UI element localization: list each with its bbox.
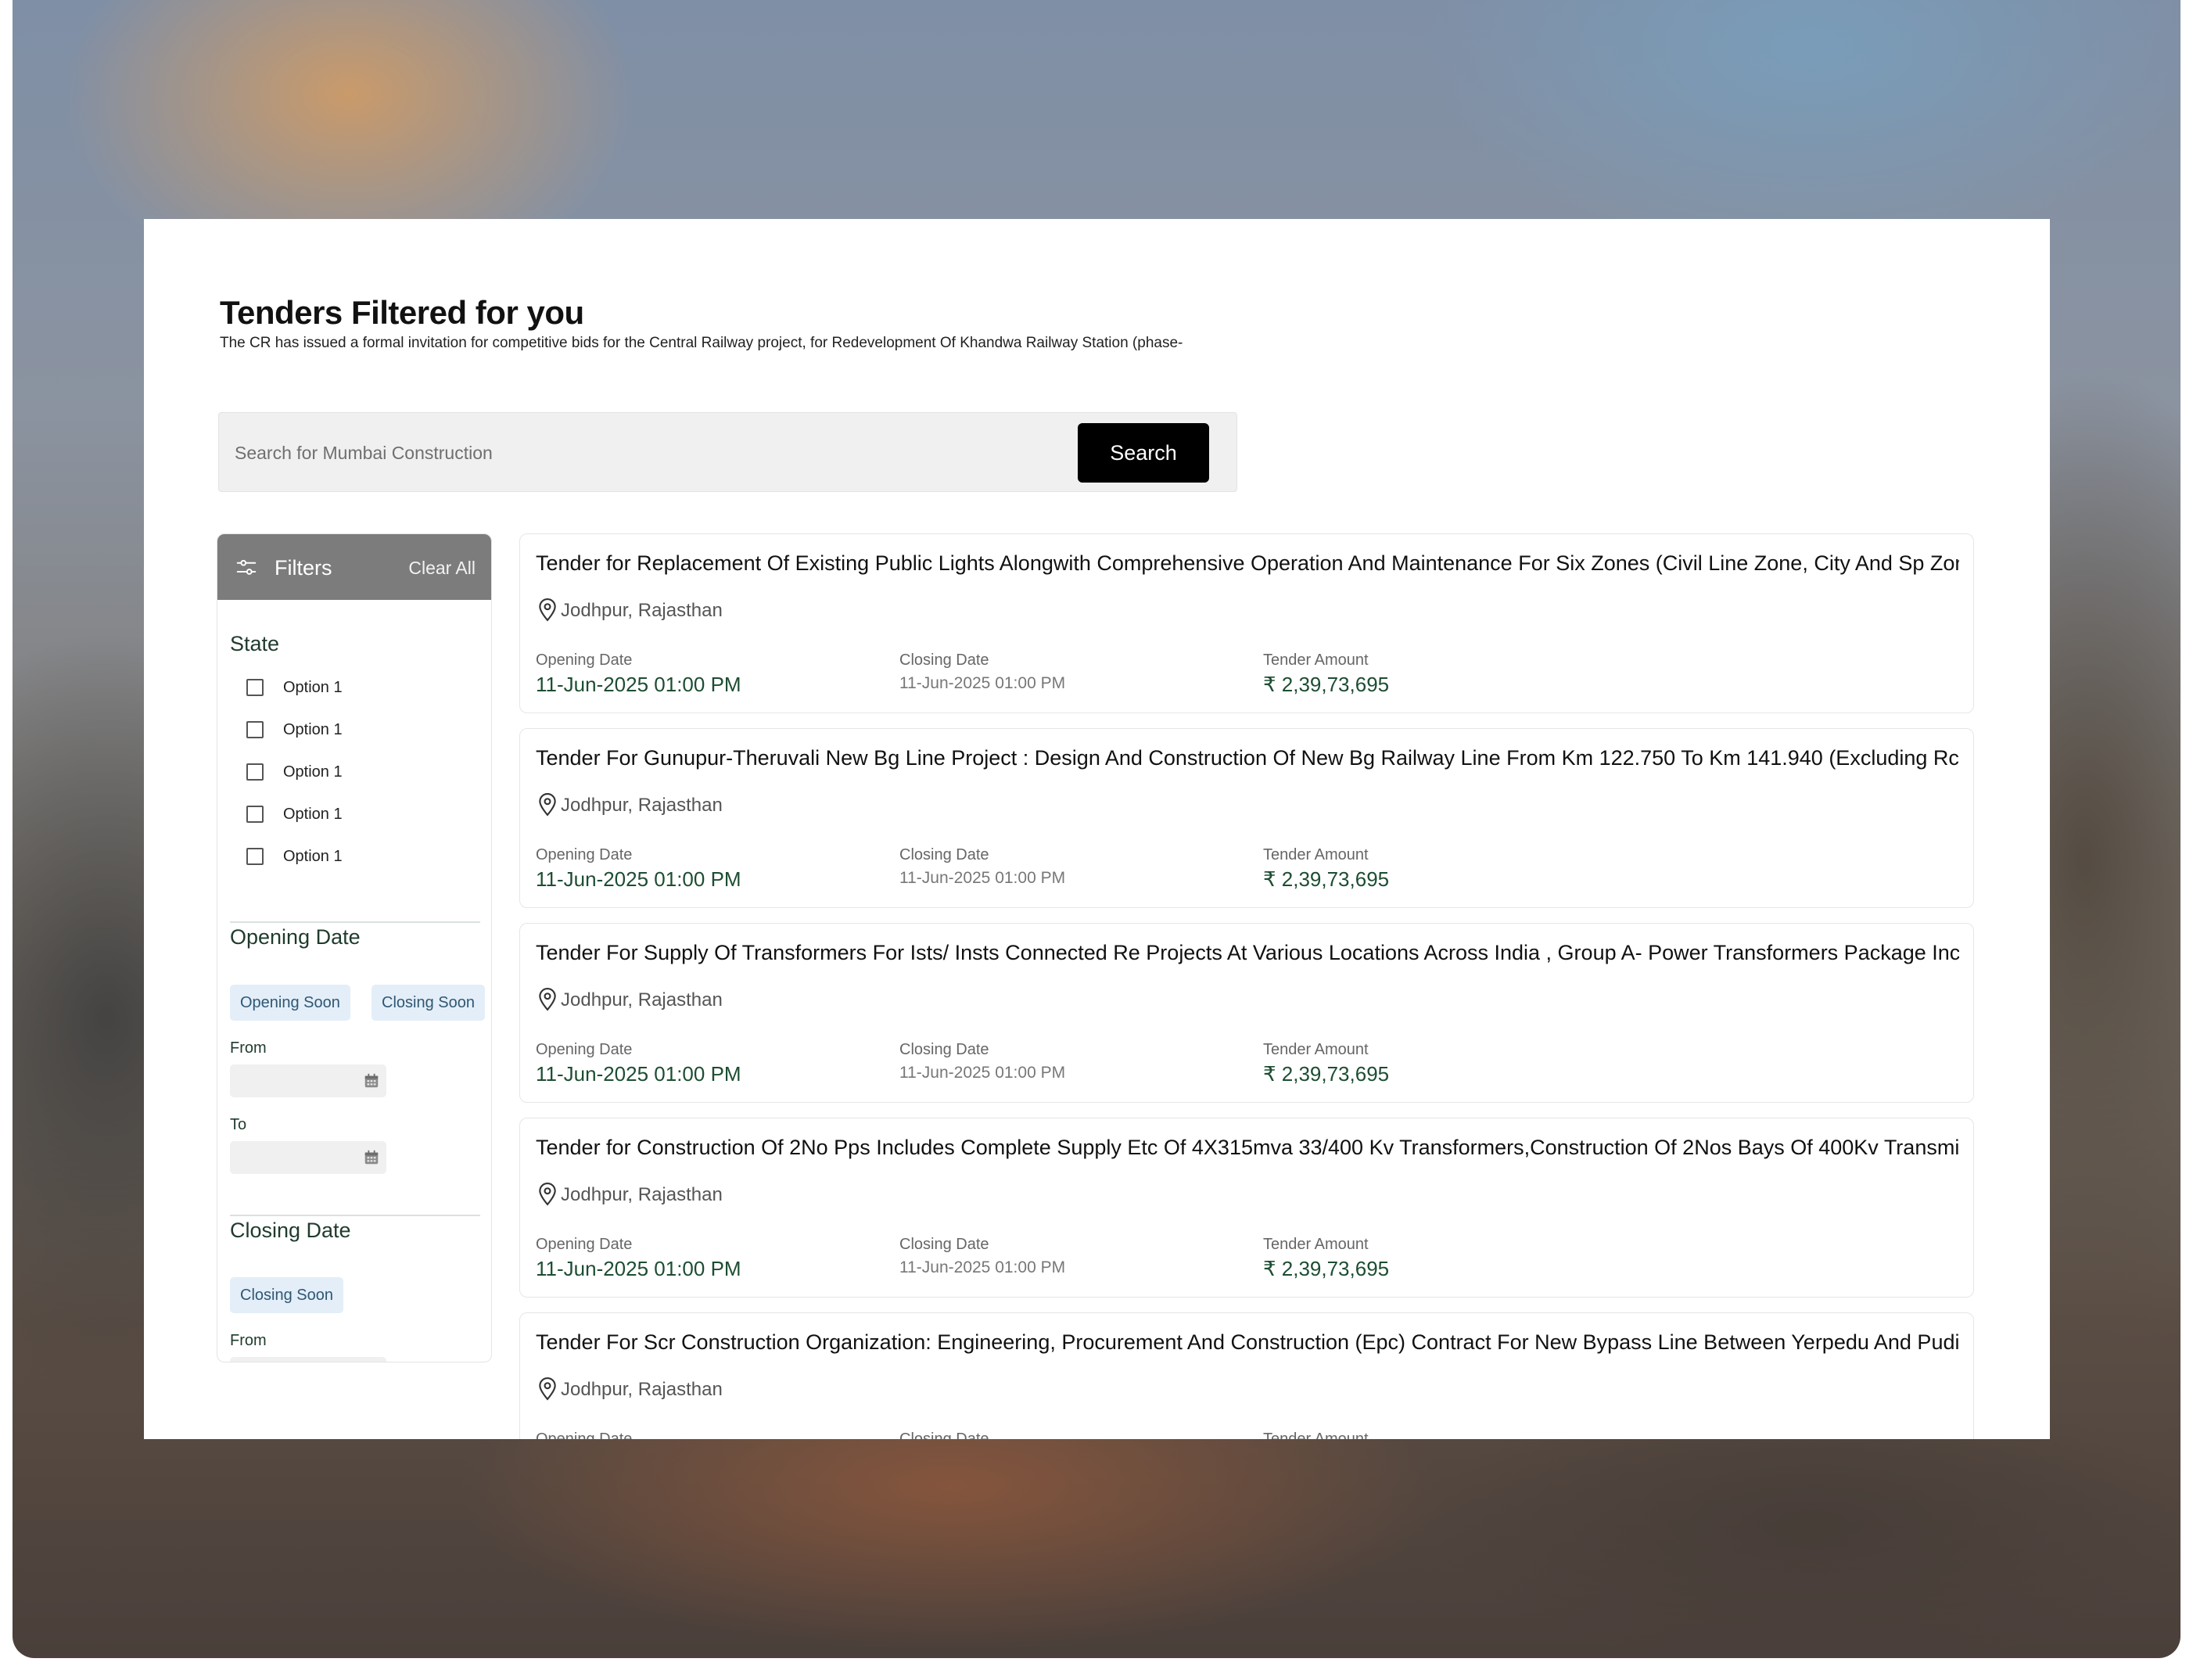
closing-date-value: 11-Jun-2025 01:00 PM (899, 674, 1066, 692)
checkbox-icon[interactable] (246, 763, 264, 781)
tender-amount-block: Tender Amount (1263, 1431, 1369, 1439)
section-divider (230, 921, 480, 923)
closing-date-label: Closing Date (899, 846, 989, 863)
tender-title[interactable]: Tender For Supply Of Transformers For Is… (536, 941, 1959, 965)
tender-amount-value: ₹ 2,39,73,695 (1263, 1062, 1390, 1086)
state-option-label: Option 1 (283, 679, 343, 696)
tender-card[interactable]: Tender For Supply Of Transformers For Is… (519, 923, 1974, 1103)
tender-amount-block: Tender Amount ₹ 2,39,73,695 (1263, 846, 1389, 892)
state-option-label: Option 1 (283, 721, 343, 738)
opening-date-label: Opening Date (536, 846, 633, 863)
closing-date-block: Closing Date 11-Jun-2025 01:00 PM (899, 652, 1065, 693)
tender-title[interactable]: Tender For Gunupur-Theruvali New Bg Line… (536, 746, 1959, 770)
closing-date-section-title: Closing Date (230, 1219, 351, 1242)
map-pin-icon (539, 793, 556, 817)
checkbox-icon[interactable] (246, 721, 264, 738)
tender-amount-value: ₹ 2,39,73,695 (1263, 867, 1390, 891)
opening-to-date-input[interactable] (230, 1141, 386, 1174)
tender-amount-value: ₹ 2,39,73,695 (1263, 673, 1390, 696)
tender-card[interactable]: Tender for Construction Of 2No Pps Inclu… (519, 1118, 1974, 1298)
opening-date-block: Opening Date 11-Jun-2025 01:00 PM (536, 1236, 741, 1281)
tender-amount-label: Tender Amount (1263, 846, 1369, 863)
tender-location: Jodhpur, Rajasthan (561, 1184, 723, 1205)
section-divider (230, 1215, 480, 1216)
closing-date-block: Closing Date 11-Jun-2025 01:00 PM (899, 1236, 1065, 1277)
state-option-label: Option 1 (283, 763, 343, 781)
closing-date-block: Closing Date 11-Jun-2025 01:00 PM (899, 846, 1065, 888)
opening-date-block: Opening Date (536, 1431, 632, 1439)
tender-location: Jodhpur, Rajasthan (561, 795, 723, 816)
closing-date-label: Closing Date (899, 1236, 989, 1253)
tender-card[interactable]: Tender for Replacement Of Existing Publi… (519, 533, 1974, 713)
opening-date-label: Opening Date (536, 1236, 633, 1253)
opening-soon-chip[interactable]: Opening Soon (230, 985, 350, 1021)
tender-amount-label: Tender Amount (1263, 1431, 1369, 1439)
closing-from-date-input[interactable] (230, 1357, 386, 1362)
tender-card[interactable]: Tender For Gunupur-Theruvali New Bg Line… (519, 728, 1974, 908)
map-pin-icon (539, 598, 556, 622)
tender-amount-block: Tender Amount ₹ 2,39,73,695 (1263, 652, 1389, 697)
opening-date-value: 11-Jun-2025 01:00 PM (536, 1257, 741, 1280)
tender-amount-label: Tender Amount (1263, 652, 1369, 669)
tender-amount-value: ₹ 2,39,73,695 (1263, 1257, 1390, 1280)
map-pin-icon (539, 1377, 556, 1401)
from-label: From (230, 1039, 267, 1057)
closing-date-value: 11-Jun-2025 01:00 PM (899, 1258, 1066, 1276)
filters-sidebar: Filters Clear All State Option 1 Option … (217, 533, 492, 1362)
tender-card[interactable]: Tender For Scr Construction Organization… (519, 1312, 1974, 1439)
to-label: To (230, 1116, 247, 1133)
opening-date-block: Opening Date 11-Jun-2025 01:00 PM (536, 652, 741, 697)
tender-amount-block: Tender Amount ₹ 2,39,73,695 (1263, 1236, 1389, 1281)
search-bar: Search (218, 412, 1237, 493)
search-input[interactable] (233, 413, 1050, 493)
tender-location: Jodhpur, Rajasthan (561, 1379, 723, 1400)
filters-title: Filters (275, 556, 332, 580)
closing-date-label: Closing Date (899, 1431, 989, 1439)
page-title: Tenders Filtered for you (220, 294, 584, 331)
checkbox-icon[interactable] (246, 848, 264, 865)
calendar-icon[interactable] (363, 1149, 380, 1166)
map-pin-icon (539, 1183, 556, 1206)
closing-date-block: Closing Date 11-Jun-2025 01:00 PM (899, 1041, 1065, 1082)
checkbox-icon[interactable] (246, 679, 264, 696)
closing-date-value: 11-Jun-2025 01:00 PM (899, 869, 1066, 887)
closing-soon-chip[interactable]: Closing Soon (371, 985, 485, 1021)
filters-header: Filters Clear All (217, 534, 491, 600)
from-label: From (230, 1332, 267, 1349)
clear-all-button[interactable]: Clear All (408, 558, 476, 579)
tender-amount-label: Tender Amount (1263, 1236, 1369, 1253)
tenders-panel: Tenders Filtered for you The CR has issu… (144, 219, 2050, 1439)
closing-date-label: Closing Date (899, 652, 989, 669)
opening-date-label: Opening Date (536, 1041, 633, 1058)
tender-title[interactable]: Tender for Replacement Of Existing Publi… (536, 551, 1959, 576)
checkbox-icon[interactable] (246, 806, 264, 823)
tender-location: Jodhpur, Rajasthan (561, 600, 723, 621)
search-button[interactable]: Search (1078, 423, 1209, 483)
opening-date-block: Opening Date 11-Jun-2025 01:00 PM (536, 846, 741, 892)
tender-amount-block: Tender Amount ₹ 2,39,73,695 (1263, 1041, 1389, 1086)
state-section-title: State (230, 632, 280, 655)
opening-date-section-title: Opening Date (230, 925, 361, 949)
map-pin-icon (539, 988, 556, 1011)
tender-location: Jodhpur, Rajasthan (561, 989, 723, 1011)
state-option-label: Option 1 (283, 848, 343, 865)
closing-date-value: 11-Jun-2025 01:00 PM (899, 1064, 1066, 1082)
opening-date-value: 11-Jun-2025 01:00 PM (536, 867, 741, 891)
state-option-label: Option 1 (283, 806, 343, 823)
page-subtitle: The CR has issued a formal invitation fo… (220, 335, 1183, 351)
opening-date-value: 11-Jun-2025 01:00 PM (536, 673, 741, 696)
tender-title[interactable]: Tender for Construction Of 2No Pps Inclu… (536, 1136, 1959, 1160)
opening-date-block: Opening Date 11-Jun-2025 01:00 PM (536, 1041, 741, 1086)
tender-title[interactable]: Tender For Scr Construction Organization… (536, 1330, 1959, 1355)
opening-date-value: 11-Jun-2025 01:00 PM (536, 1062, 741, 1086)
opening-from-date-input[interactable] (230, 1064, 386, 1097)
opening-date-label: Opening Date (536, 1431, 633, 1439)
opening-date-label: Opening Date (536, 652, 633, 669)
closing-soon-chip[interactable]: Closing Soon (230, 1277, 343, 1313)
closing-date-label: Closing Date (899, 1041, 989, 1058)
sliders-icon (236, 559, 257, 575)
calendar-icon[interactable] (363, 1072, 380, 1089)
closing-date-block: Closing Date (899, 1431, 989, 1439)
tender-amount-label: Tender Amount (1263, 1041, 1369, 1058)
